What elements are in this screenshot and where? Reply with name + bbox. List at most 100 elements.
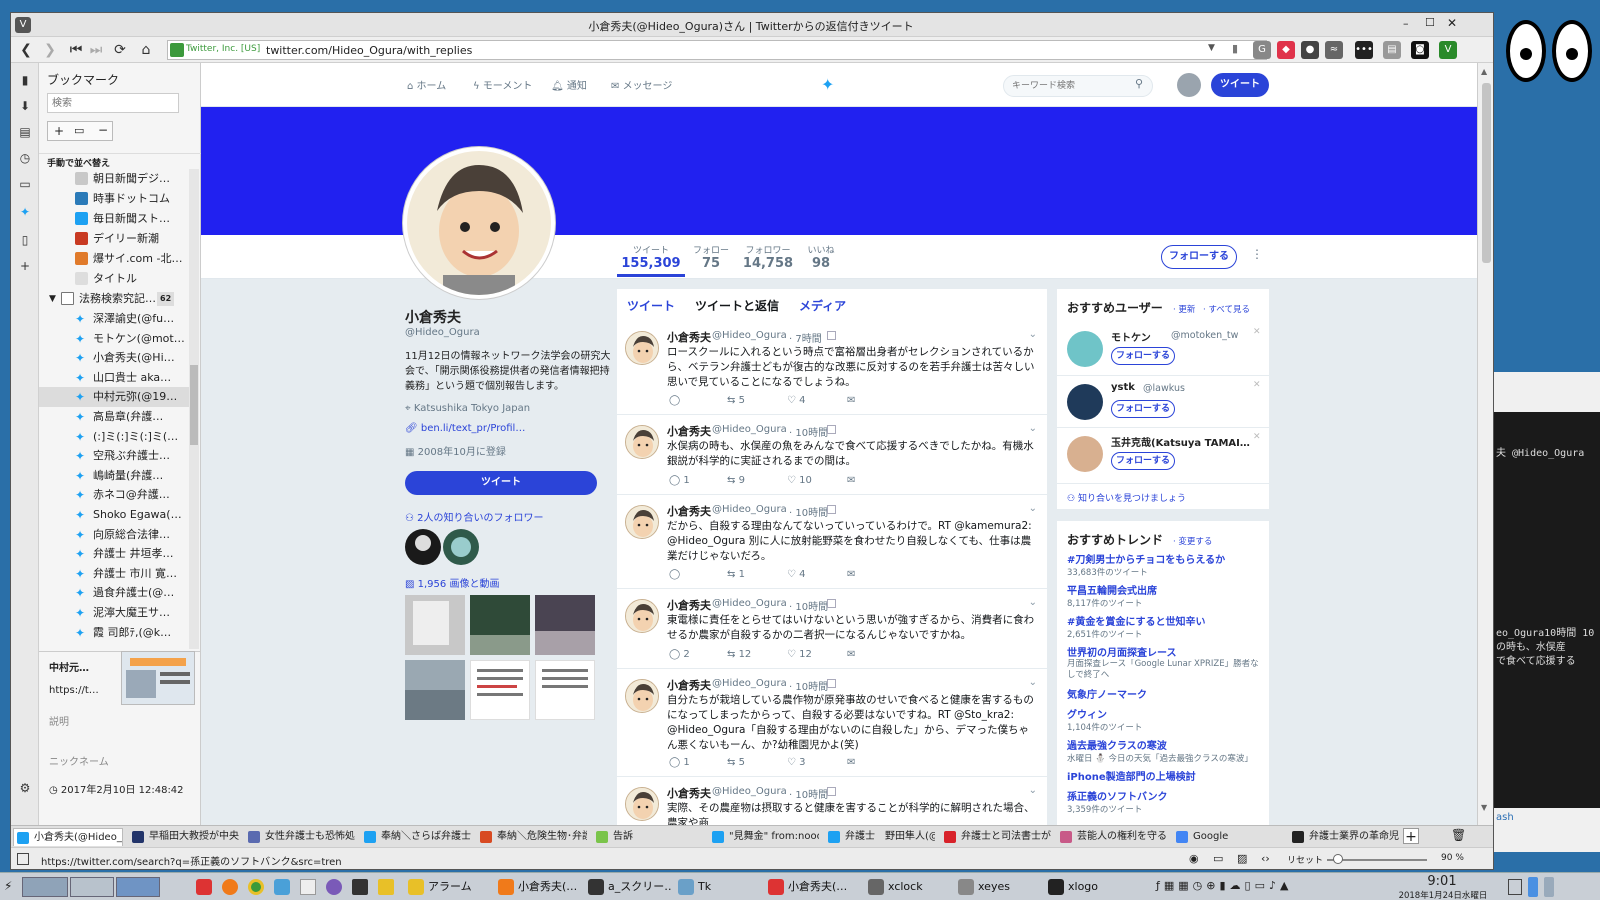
suggested-user[interactable]: モトケン @motoken_tw ✕ フォローする xyxy=(1057,323,1269,375)
extension-v-icon[interactable]: V xyxy=(1439,41,1457,59)
browser-tab[interactable]: 早稲田大教授が中央 xyxy=(129,828,239,846)
browser-tab[interactable]: 小倉秀夫(@Hideo_O xyxy=(13,828,123,846)
rewind-icon[interactable]: ⏮ xyxy=(67,41,85,59)
bookmark-item[interactable]: ✦ 小倉秀夫(@Hi… xyxy=(39,348,189,368)
stat-following[interactable]: フォロー 75 xyxy=(689,243,733,271)
bookmark-scrollbar[interactable] xyxy=(189,169,199,649)
trend-name[interactable]: 平昌五輪開会式出席 xyxy=(1067,582,1263,597)
zoom-slider-handle[interactable] xyxy=(1333,854,1343,864)
trend-name[interactable]: iPhone製造部門の上場検討 xyxy=(1067,768,1263,783)
browser-tab[interactable]: "見舞金" from:nooo xyxy=(709,828,819,846)
nav-messages[interactable]: ✉ メッセージ xyxy=(611,77,672,92)
dismiss-icon[interactable]: ✕ xyxy=(1253,432,1261,442)
taskbar-task[interactable]: Tk xyxy=(676,877,762,897)
nav-moments[interactable]: ϟ モーメント xyxy=(473,77,532,92)
scroll-thumb[interactable] xyxy=(1482,83,1491,263)
bookmark-item[interactable]: 爆サイ.com -北… xyxy=(39,249,189,269)
tweet[interactable]: 小倉秀夫 @Hideo_Ogura · 10時間 ⌄ だから、自殺する理由なんてないって… xyxy=(617,495,1047,589)
media-thumbnail[interactable] xyxy=(405,660,465,720)
tweet-author-name[interactable]: 小倉秀夫 xyxy=(667,785,711,801)
find-friends-link[interactable]: ⚇ 知り合いを見つけましょう xyxy=(1067,491,1186,504)
back-icon[interactable]: ❮ xyxy=(17,41,35,59)
profile-tweet-button[interactable]: ツイート xyxy=(405,471,597,495)
close-icon[interactable]: ✕ xyxy=(1447,16,1457,30)
expand-arrow-icon[interactable]: ▼ xyxy=(49,289,56,309)
bookmark-item[interactable]: ✦ 向原総合法律… xyxy=(39,525,189,545)
tweet[interactable]: 小倉秀夫 @Hideo_Ogura · 10時間 ⌄ 東電様に責任をとらせてはいけないと… xyxy=(617,589,1047,669)
tweet-author-name[interactable]: 小倉秀夫 xyxy=(667,597,711,613)
suggested-user-avatar[interactable] xyxy=(1067,331,1103,367)
dismiss-icon[interactable]: ✕ xyxy=(1253,380,1261,390)
trend-name[interactable]: #刀剣男士からチョコをもらえるか xyxy=(1067,551,1263,566)
tweet-time[interactable]: · 10時間 xyxy=(789,598,828,613)
browser-tab[interactable]: 奉納＼さらば弁護士 xyxy=(361,828,471,846)
vivaldi-logo-icon[interactable]: V xyxy=(15,17,31,33)
trend-name[interactable]: 世界初の月面探査レース xyxy=(1067,644,1263,659)
like-button[interactable]: ♡ 3 xyxy=(787,757,806,768)
camera-icon[interactable]: ◉ xyxy=(1189,852,1199,865)
bookmark-item[interactable]: 時事ドットコム xyxy=(39,189,189,209)
like-button[interactable]: ♡ 4 xyxy=(787,569,806,580)
trend-item[interactable]: #黄金を賞金にすると世知辛い 2,651件のツイート xyxy=(1067,613,1263,640)
tweet-avatar[interactable] xyxy=(625,787,659,821)
extension-mask-icon[interactable]: ◙ xyxy=(1411,41,1429,59)
notes-icon[interactable]: ▤ xyxy=(16,123,34,141)
firefox-launcher-icon[interactable] xyxy=(222,879,238,895)
bookmark-item[interactable]: タイトル xyxy=(39,269,189,289)
suggested-user-avatar[interactable] xyxy=(1067,436,1103,472)
retweet-button[interactable]: ⇆ 5 xyxy=(727,395,745,406)
suggested-follow-button[interactable]: フォローする xyxy=(1111,347,1175,365)
trend-name[interactable]: 過去最強クラスの寒波 xyxy=(1067,737,1263,752)
settings-gear-icon[interactable]: ⚙ xyxy=(16,779,34,797)
bookmark-item[interactable]: ✦ 泥濘大魔王サ… xyxy=(39,603,189,623)
tweet-avatar[interactable] xyxy=(625,679,659,713)
taskbar-task[interactable]: xlogo xyxy=(1046,877,1132,897)
tweet-avatar[interactable] xyxy=(625,425,659,459)
remove-icon[interactable]: − xyxy=(98,123,108,137)
home-icon[interactable]: ⌂ xyxy=(137,41,155,59)
app-launcher-icon[interactable] xyxy=(274,879,290,895)
extension-icon[interactable]: ≈ xyxy=(1325,41,1343,59)
taskbar-task[interactable]: 小倉秀夫(… xyxy=(496,877,582,897)
tweet-avatar[interactable] xyxy=(625,505,659,539)
emacs-launcher-icon[interactable] xyxy=(326,879,342,895)
bookmark-item[interactable]: ✦ Shoko Egawa(… xyxy=(39,505,189,525)
suggested-user-name[interactable]: 玉井克哉(Katsuya TAMAI… xyxy=(1111,434,1251,449)
reply-button[interactable]: ◯ 2 xyxy=(669,649,690,660)
trend-name[interactable]: #黄金を賞金にすると世知辛い xyxy=(1067,613,1263,628)
tray-indicator-icon[interactable] xyxy=(1544,877,1554,897)
media-thumbnail[interactable] xyxy=(405,595,465,655)
taskbar-task[interactable]: 小倉秀夫(… xyxy=(766,877,852,897)
window-panel-icon[interactable]: ▭ xyxy=(16,175,34,193)
bookmark-item[interactable]: ✦ 弁護士 井垣孝… xyxy=(39,544,189,564)
pocket-icon[interactable]: ◆ xyxy=(1277,41,1295,59)
tweet-menu-chevron-icon[interactable]: ⌄ xyxy=(1029,423,1037,434)
trend-item[interactable]: グウィン 1,104件のツイート xyxy=(1067,706,1263,733)
address-bar[interactable]: Twitter, Inc. [US] twitter.com/Hideo_Ogu… xyxy=(167,40,1267,60)
tweet-author-name[interactable]: 小倉秀夫 xyxy=(667,329,711,345)
bookmark-item[interactable]: ✦ 嶋崎量(弁護… xyxy=(39,466,189,486)
tweet-time[interactable]: · 10時間 xyxy=(789,678,828,693)
tweet-handle[interactable]: @Hideo_Ogura xyxy=(712,504,787,515)
add-folder-icon[interactable]: ▭ xyxy=(74,124,84,137)
direct-message-button[interactable]: ✉ xyxy=(847,395,855,406)
downloads-icon[interactable]: ⬇ xyxy=(16,97,34,115)
code-icon[interactable]: ‹› xyxy=(1261,852,1270,865)
search-icon[interactable]: ⚲ xyxy=(1135,77,1143,90)
trash-icon[interactable]: 🗑︎ xyxy=(1451,828,1466,842)
tweet-menu-chevron-icon[interactable]: ⌄ xyxy=(1029,329,1037,340)
tweet-avatar[interactable] xyxy=(625,331,659,365)
dismiss-icon[interactable]: ✕ xyxy=(1253,327,1261,337)
reply-button[interactable]: ◯ xyxy=(669,395,680,406)
forward-icon[interactable]: ❯ xyxy=(41,41,59,59)
retweet-button[interactable]: ⇆ 5 xyxy=(727,757,745,768)
taskbar-task[interactable]: アラーム xyxy=(406,877,492,897)
browser-tab[interactable]: 弁護士と司法書士が xyxy=(941,828,1051,846)
tweet-time[interactable]: · 10時間 xyxy=(789,504,828,519)
reply-button[interactable]: ◯ xyxy=(669,569,680,580)
reply-button[interactable]: ◯ 1 xyxy=(669,475,690,486)
suggested-follow-button[interactable]: フォローする xyxy=(1111,452,1175,470)
trend-name[interactable]: グウィン xyxy=(1067,706,1263,721)
tray-indicator-icon[interactable] xyxy=(1528,877,1538,897)
suggested-user-avatar[interactable] xyxy=(1067,384,1103,420)
